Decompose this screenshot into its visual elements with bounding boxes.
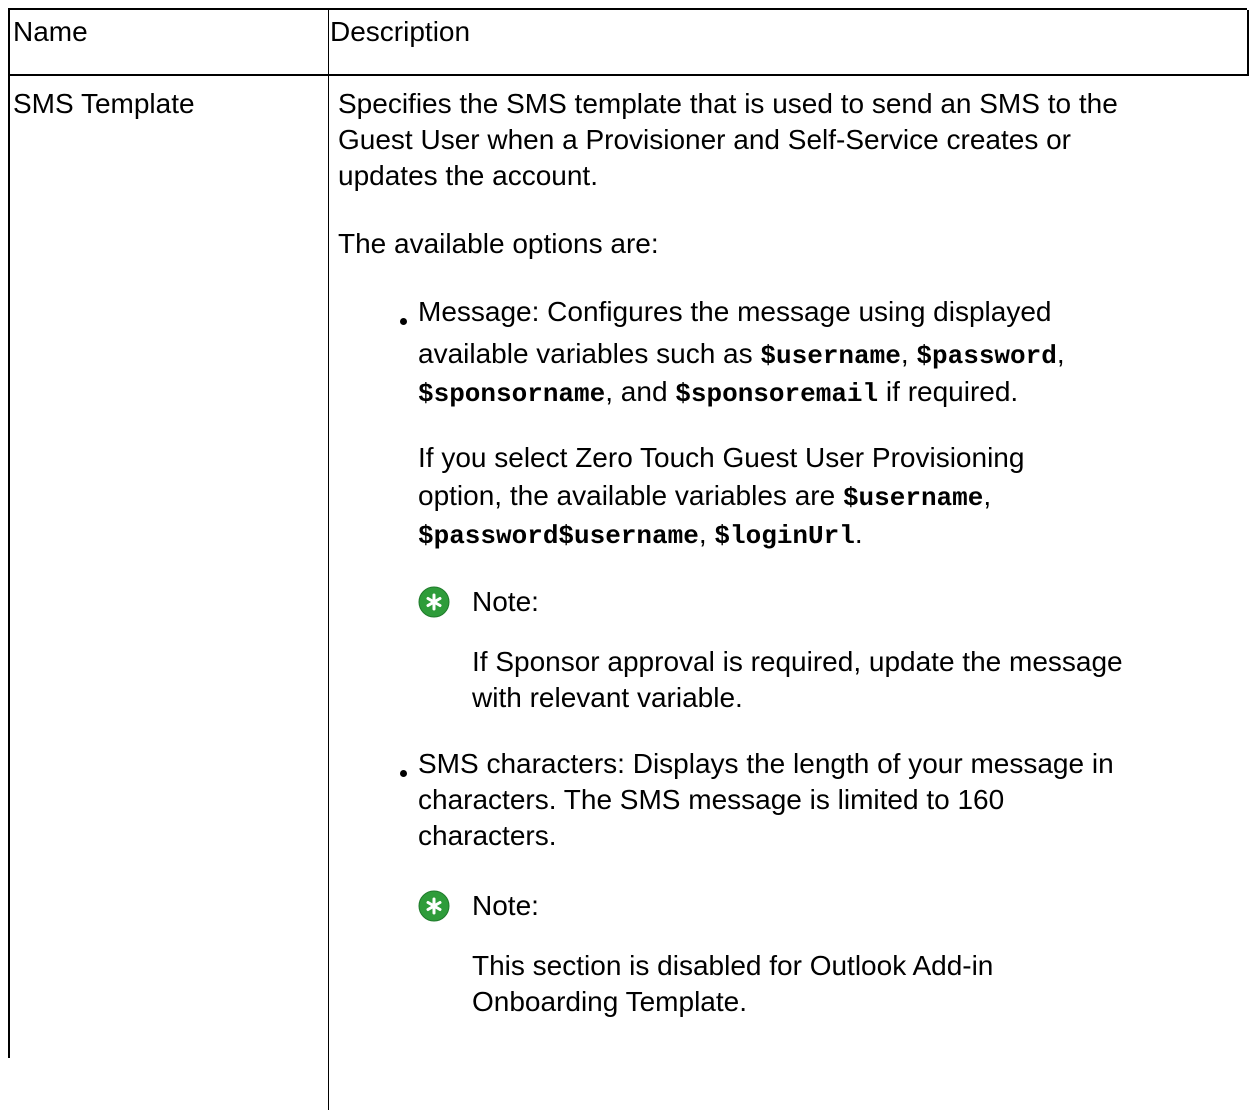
separator: ,	[1056, 338, 1065, 369]
variable-username: $username	[842, 483, 984, 513]
variable-password-username: $password$username	[418, 521, 699, 551]
table-right-border	[1247, 10, 1249, 76]
zero-touch-line-2: option, the available variables are $use…	[418, 478, 991, 516]
option-message-line-1: Message: Configures the message using di…	[418, 294, 1051, 330]
variable-loginurl: $loginUrl	[714, 521, 855, 551]
period: .	[854, 518, 863, 549]
option-message-text-c: if required.	[878, 376, 1019, 407]
option-sms-characters-line-3: characters.	[418, 820, 557, 851]
intro-line-2: Guest User when a Provisioner and Self-S…	[338, 124, 1071, 155]
option-message-term: Message	[418, 296, 532, 327]
option-message-text: : Configures the message using displayed	[531, 296, 1052, 327]
variable-sponsoremail: $sponsoremail	[675, 379, 879, 409]
option-sms-characters-text: : Displays the length of your message in	[617, 748, 1114, 779]
separator: ,	[900, 338, 917, 369]
option-message-line-2: available variables such as $username, $…	[418, 336, 1065, 374]
zero-touch-prefix: If you select	[418, 442, 576, 473]
asterisk-circle-icon	[418, 890, 450, 922]
separator: ,	[983, 480, 992, 511]
variable-password: $password	[916, 341, 1057, 371]
asterisk-circle-icon	[418, 586, 450, 618]
note-line-1: This section is disabled for Outlook Add…	[472, 950, 994, 981]
header-description: Description	[330, 16, 471, 47]
zero-touch-term: Zero Touch Guest User Provisioning	[575, 442, 1025, 473]
intro-line-1: Specifies the SMS template that is used …	[338, 88, 1118, 119]
note-line-2: Onboarding Template.	[472, 986, 747, 1017]
variable-username: $username	[760, 341, 901, 371]
header-name: Name	[13, 16, 88, 47]
zero-touch-text: option, the available variables are	[418, 480, 843, 511]
zero-touch-line-3: $password$username, $loginUrl.	[418, 516, 863, 554]
option-message-line-3: $sponsorname, and $sponsoremail if requi…	[418, 374, 1018, 412]
column-divider	[328, 10, 329, 1110]
options-intro: The available options are:	[338, 228, 659, 259]
row-name: SMS Template	[13, 88, 195, 119]
zero-touch-line-1: If you select Zero Touch Guest User Prov…	[418, 440, 1024, 476]
option-sms-characters-line-2: characters. The SMS message is limited t…	[418, 784, 1005, 815]
option-sms-characters-line-1: SMS characters: Displays the length of y…	[418, 746, 1114, 782]
separator: , and	[605, 376, 676, 407]
note-line-2: with relevant variable.	[472, 682, 743, 713]
option-message-text-b: available variables such as	[418, 338, 761, 369]
header-divider	[10, 74, 1249, 76]
variable-sponsorname: $sponsorname	[418, 379, 606, 409]
note-label: Note:	[472, 890, 539, 921]
bullet-dot	[400, 770, 407, 777]
note-line-1: If Sponsor approval is required, update …	[472, 646, 1123, 677]
intro-line-3: updates the account.	[338, 160, 598, 191]
separator: ,	[698, 518, 715, 549]
bullet-dot	[400, 318, 407, 325]
option-sms-characters-term: SMS characters	[418, 748, 618, 779]
note-label: Note:	[472, 586, 539, 617]
